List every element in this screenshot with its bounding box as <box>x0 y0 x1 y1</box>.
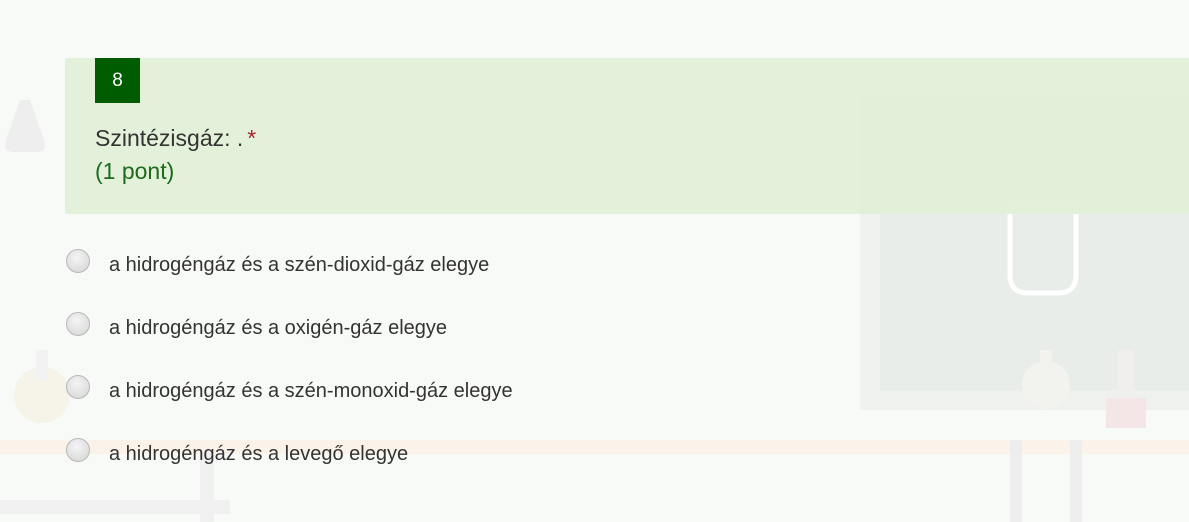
radio-button[interactable] <box>66 375 90 399</box>
answer-option-label: a hidrogéngáz és a oxigén-gáz elegye <box>109 317 448 339</box>
radio-button[interactable] <box>66 312 90 336</box>
answer-option-label: a hidrogéngáz és a szén-monoxid-gáz eleg… <box>109 380 513 402</box>
answer-option-label: a hidrogéngáz és a levegő elegye <box>109 443 409 465</box>
required-marker: * <box>247 125 257 151</box>
answer-option-1[interactable]: a hidrogéngáz és a szén-dioxid-gáz elegy… <box>66 243 513 306</box>
question-title: Szintézisgáz: . * <box>95 122 256 155</box>
question-title-text: Szintézisgáz: . <box>95 125 244 151</box>
answer-option-label: a hidrogéngáz és a szén-dioxid-gáz elegy… <box>109 254 490 276</box>
question-number-badge: 8 <box>95 58 140 103</box>
answer-option-4[interactable]: a hidrogéngáz és a levegő elegye <box>66 432 513 495</box>
answer-options: a hidrogéngáz és a szén-dioxid-gáz elegy… <box>66 243 513 495</box>
question-points: (1 pont) <box>95 158 175 184</box>
answer-option-3[interactable]: a hidrogéngáz és a szén-monoxid-gáz eleg… <box>66 369 513 432</box>
question-card: 8 Szintézisgáz: . * (1 pont) <box>65 58 1189 214</box>
radio-button[interactable] <box>66 249 90 273</box>
radio-button[interactable] <box>66 438 90 462</box>
answer-option-2[interactable]: a hidrogéngáz és a oxigén-gáz elegye <box>66 306 513 369</box>
